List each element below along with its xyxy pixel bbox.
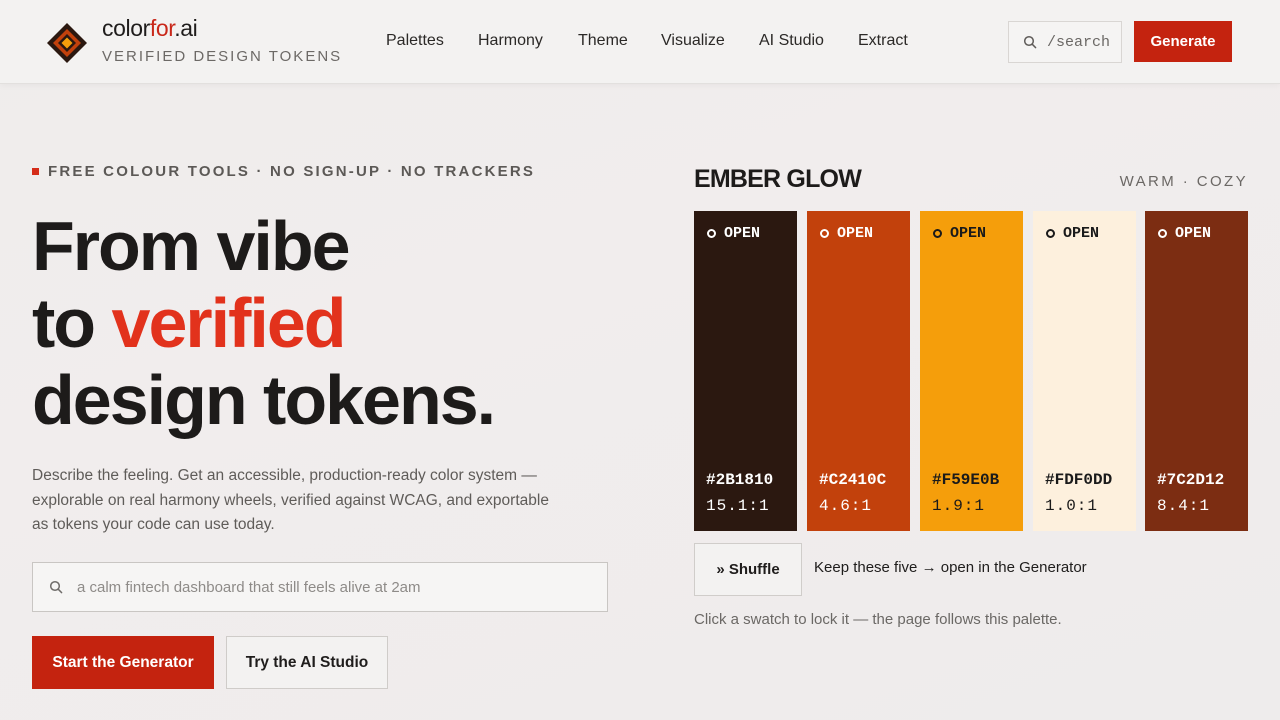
logo-icon[interactable] [46, 22, 88, 64]
swatch-hex: #7C2D12 [1157, 471, 1225, 489]
swatch-contrast-ratio: 15.1:1 [706, 497, 770, 515]
open-ring-icon [1046, 229, 1055, 238]
swatch-open-label: OPEN [1175, 225, 1212, 242]
swatch-hex: #C2410C [819, 471, 887, 489]
swatch-hex: #2B1810 [706, 471, 774, 489]
palette-swatches: OPEN #2B1810 15.1:1 OPEN #C2410C 4.6:1 O… [694, 211, 1248, 531]
swatch-hex: #FDF0DD [1045, 471, 1113, 489]
swatch-open-control[interactable]: OPEN [820, 225, 873, 242]
open-ring-icon [820, 229, 829, 238]
brand-name-accent: for [149, 15, 175, 41]
brand-name[interactable]: colorfor.ai [102, 15, 198, 42]
headline-line-3: design tokens. [32, 361, 496, 439]
headline-accent-word: verified [111, 284, 347, 362]
open-ring-icon [1158, 229, 1167, 238]
open-ring-icon [933, 229, 942, 238]
hero-eyebrow: FREE COLOUR TOOLS · NO SIGN-UP · NO TRAC… [32, 163, 535, 180]
nav-harmony[interactable]: Harmony [478, 32, 543, 50]
vibe-prompt-field[interactable] [32, 562, 608, 612]
swatch-1[interactable]: OPEN #2B1810 15.1:1 [694, 211, 797, 531]
nav-palettes[interactable]: Palettes [386, 32, 444, 50]
swatch-open-label: OPEN [950, 225, 987, 242]
nav-ai-studio[interactable]: AI Studio [759, 32, 824, 50]
hero-headline: From vibe to verified design tokens. [32, 207, 496, 439]
nav-theme[interactable]: Theme [578, 32, 628, 50]
palette-mood: WARM · COZY [1119, 173, 1248, 190]
start-generator-button[interactable]: Start the Generator [32, 636, 214, 689]
nav-extract[interactable]: Extract [858, 32, 908, 50]
swatch-hex: #F59E0B [932, 471, 1000, 489]
eyebrow-text: FREE COLOUR TOOLS · NO SIGN-UP · NO TRAC… [48, 163, 536, 180]
open-in-generator-link[interactable]: Keep these five → open in the Generator [814, 559, 1087, 576]
swatch-4[interactable]: OPEN #FDF0DD 1.0:1 [1033, 211, 1136, 531]
swatch-open-control[interactable]: OPEN [933, 225, 986, 242]
vibe-prompt-input[interactable] [77, 578, 597, 596]
swatch-2[interactable]: OPEN #C2410C 4.6:1 [807, 211, 910, 531]
brand-name-prefix: color [102, 15, 150, 41]
swatch-contrast-ratio: 4.6:1 [819, 497, 873, 515]
search-button[interactable]: /search [1008, 21, 1122, 63]
swatch-5[interactable]: OPEN #7C2D12 8.4:1 [1145, 211, 1248, 531]
swatch-contrast-ratio: 1.9:1 [932, 497, 986, 515]
swatch-open-label: OPEN [1063, 225, 1100, 242]
swatch-open-control[interactable]: OPEN [1046, 225, 1099, 242]
open-ring-icon [707, 229, 716, 238]
nav-visualize[interactable]: Visualize [661, 32, 725, 50]
search-icon [49, 580, 63, 594]
palette-name: EMBER GLOW [694, 165, 862, 193]
palette-hint: Click a swatch to lock it — the page fol… [694, 611, 1062, 628]
swatch-open-label: OPEN [837, 225, 874, 242]
swatch-open-label: OPEN [724, 225, 761, 242]
headline-line-1: From vibe [32, 207, 351, 285]
swatch-contrast-ratio: 1.0:1 [1045, 497, 1099, 515]
swatch-3[interactable]: OPEN #F59E0B 1.9:1 [920, 211, 1023, 531]
brand-tagline: VERIFIED DESIGN TOKENS [102, 48, 343, 65]
eyebrow-square-icon [32, 168, 39, 175]
brand-name-suffix: .ai [174, 15, 198, 41]
generate-button[interactable]: Generate [1134, 21, 1232, 62]
swatch-contrast-ratio: 8.4:1 [1157, 497, 1211, 515]
top-navigation-bar: colorfor.ai VERIFIED DESIGN TOKENS Palet… [0, 0, 1280, 84]
search-shortcut-label: /search [1047, 33, 1111, 51]
headline-line-2-start: to [32, 284, 112, 362]
hero-description: Describe the feeling. Get an accessible,… [32, 467, 549, 533]
swatch-open-control[interactable]: OPEN [707, 225, 760, 242]
search-icon [1023, 35, 1037, 49]
swatch-open-control[interactable]: OPEN [1158, 225, 1211, 242]
try-ai-studio-button[interactable]: Try the AI Studio [226, 636, 388, 689]
shuffle-button[interactable]: » Shuffle [694, 543, 802, 596]
